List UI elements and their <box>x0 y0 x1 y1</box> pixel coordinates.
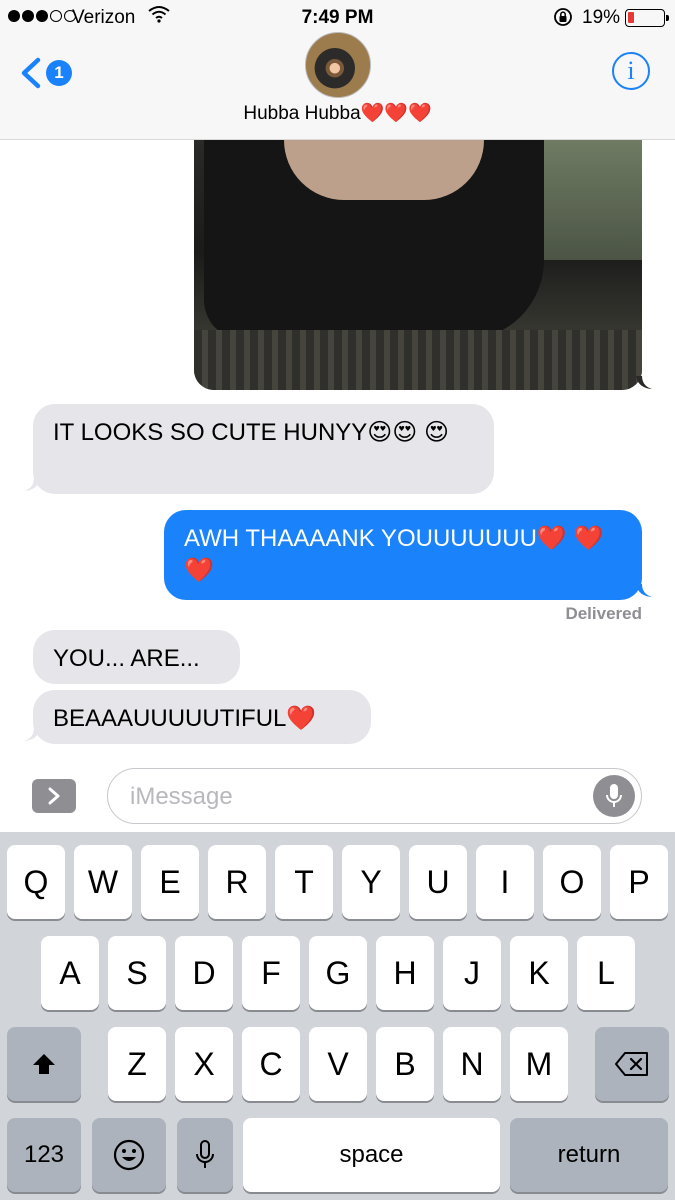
delivered-status: Delivered <box>565 604 642 623</box>
contact-avatar[interactable] <box>305 32 371 98</box>
key-j[interactable]: J <box>443 936 501 1010</box>
key-i[interactable]: I <box>476 845 534 919</box>
key-s[interactable]: S <box>108 936 166 1010</box>
key-b[interactable]: B <box>376 1027 434 1101</box>
space-key[interactable]: space <box>243 1118 500 1192</box>
key-f[interactable]: F <box>242 936 300 1010</box>
conversation-header: Verizon 7:49 PM 19% 1 Hubba Hubba❤️❤️❤️ … <box>0 0 675 140</box>
key-v[interactable]: V <box>309 1027 367 1101</box>
battery-percent: 19% <box>582 7 621 28</box>
message-bubble-incoming[interactable]: BEAAAUUUUUTIFUL❤️ <box>33 690 371 744</box>
photo-mirror-frame <box>194 330 642 390</box>
key-m[interactable]: M <box>510 1027 568 1101</box>
key-w[interactable]: W <box>74 845 132 919</box>
key-d[interactable]: D <box>175 936 233 1010</box>
battery-fill <box>628 12 634 23</box>
dictation-button[interactable] <box>593 775 635 817</box>
key-u[interactable]: U <box>409 845 467 919</box>
info-icon: i <box>627 56 635 85</box>
shift-key[interactable] <box>7 1027 81 1101</box>
chevron-left-icon <box>21 57 41 89</box>
return-key[interactable]: return <box>510 1118 668 1192</box>
message-bubble-incoming[interactable]: IT LOOKS SO CUTE HUNYY😍😍 😍 <box>33 404 494 494</box>
dictation-key[interactable] <box>177 1118 233 1192</box>
emoji-key[interactable] <box>92 1118 166 1192</box>
app-drawer-button[interactable] <box>32 779 76 813</box>
key-t[interactable]: T <box>275 845 333 919</box>
key-l[interactable]: L <box>577 936 635 1010</box>
photo-hands <box>284 140 484 200</box>
key-o[interactable]: O <box>543 845 601 919</box>
photo-background <box>544 140 642 260</box>
key-g[interactable]: G <box>309 936 367 1010</box>
key-p[interactable]: P <box>610 845 668 919</box>
chevron-right-icon <box>48 787 60 805</box>
key-z[interactable]: Z <box>108 1027 166 1101</box>
backspace-icon <box>615 1052 648 1076</box>
microphone-icon <box>196 1140 214 1168</box>
key-n[interactable]: N <box>443 1027 501 1101</box>
key-r[interactable]: R <box>208 845 266 919</box>
photo-message[interactable] <box>194 140 642 390</box>
key-k[interactable]: K <box>510 936 568 1010</box>
status-bar: Verizon 7:49 PM 19% <box>0 6 675 30</box>
emoji-icon <box>113 1139 145 1171</box>
message-bubble-incoming[interactable]: YOU... ARE... <box>33 630 240 684</box>
backspace-key[interactable] <box>595 1027 669 1101</box>
key-e[interactable]: E <box>141 845 199 919</box>
contact-name[interactable]: Hubba Hubba❤️❤️❤️ <box>0 101 675 125</box>
key-x[interactable]: X <box>175 1027 233 1101</box>
key-c[interactable]: C <box>242 1027 300 1101</box>
message-composer[interactable] <box>107 768 642 824</box>
key-q[interactable]: Q <box>7 845 65 919</box>
unread-badge: 1 <box>46 60 72 86</box>
microphone-icon <box>606 784 622 807</box>
battery-icon <box>625 9 669 27</box>
key-y[interactable]: Y <box>342 845 400 919</box>
key-a[interactable]: A <box>41 936 99 1010</box>
message-input[interactable] <box>130 781 590 813</box>
numbers-key[interactable]: 123 <box>7 1118 81 1192</box>
shift-arrow-icon <box>33 1054 55 1074</box>
back-button[interactable]: 1 <box>18 56 78 90</box>
message-bubble-outgoing[interactable]: AWH THAAAANK YOUUUUUUU❤️ ❤️❤️ <box>164 510 642 600</box>
bubble-tail <box>636 376 652 389</box>
key-h[interactable]: H <box>376 936 434 1010</box>
keyboard: Q W E R T Y U I O P A S D F G H J K L Z … <box>0 832 675 1200</box>
rotation-lock-icon <box>554 8 572 26</box>
info-button[interactable]: i <box>612 52 650 90</box>
